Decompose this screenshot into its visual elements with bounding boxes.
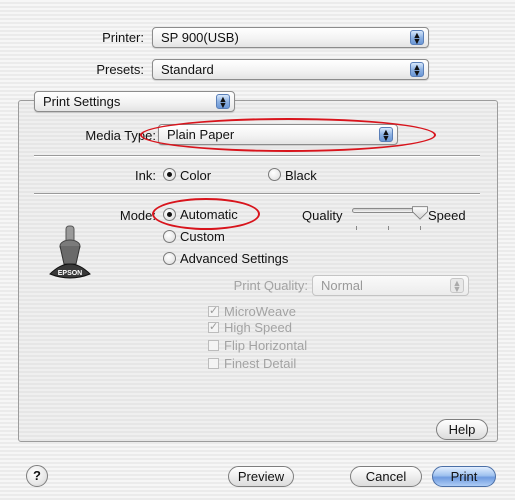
epson-logo-text: EPSON — [58, 270, 83, 277]
presets-popup[interactable]: Standard ▲ ▼ — [152, 59, 429, 80]
help-button[interactable]: Help — [436, 419, 488, 440]
printer-value: SP 900(USB) — [161, 30, 239, 45]
print-quality-value: Normal — [321, 278, 363, 293]
finest-detail-label: Finest Detail — [224, 356, 297, 371]
ink-label: Ink: — [135, 168, 156, 183]
print-quality-popup[interactable]: Normal ▲ ▼ — [312, 275, 469, 296]
speed-label: Speed — [428, 208, 466, 223]
high-speed-label: High Speed — [224, 320, 292, 335]
quality-label: Quality — [302, 208, 343, 223]
flip-horizontal-checkbox[interactable] — [208, 340, 219, 351]
popup-arrows-icon: ▲ ▼ — [450, 278, 464, 294]
separator — [34, 155, 480, 157]
print-button[interactable]: Print — [432, 466, 496, 487]
high-speed-checkbox[interactable]: ✓ — [208, 322, 219, 333]
section-value: Print Settings — [43, 94, 121, 109]
printer-label: Printer: — [102, 30, 144, 45]
preview-button[interactable]: Preview — [228, 466, 294, 487]
mode-label: Mode: — [119, 208, 156, 223]
question-help-icon[interactable]: ? — [26, 465, 48, 487]
ink-color-label[interactable]: Color — [180, 168, 211, 183]
presets-label: Presets: — [96, 62, 144, 77]
flip-horizontal-label: Flip Horizontal — [224, 338, 308, 353]
slider-tick — [388, 226, 389, 230]
popup-arrows-icon: ▲ ▼ — [410, 30, 424, 46]
ink-color-radio[interactable] — [163, 168, 176, 181]
slider-tick — [356, 226, 357, 230]
media-type-label: Media Type: — [85, 128, 156, 143]
popup-arrows-icon: ▲ ▼ — [410, 62, 424, 78]
printer-popup[interactable]: SP 900(USB) ▲ ▼ — [152, 27, 429, 48]
slider-tick — [420, 226, 421, 230]
separator — [34, 193, 480, 195]
ink-black-label[interactable]: Black — [285, 168, 317, 183]
slider-thumb[interactable] — [410, 205, 430, 220]
finest-detail-checkbox[interactable] — [208, 358, 219, 369]
microweave-label: MicroWeave — [224, 304, 297, 319]
mode-custom-label[interactable]: Custom — [180, 229, 225, 244]
cancel-button[interactable]: Cancel — [350, 466, 422, 487]
ink-black-radio[interactable] — [268, 168, 281, 181]
microweave-checkbox[interactable]: ✓ — [208, 306, 219, 317]
epson-printer-logo: EPSON — [49, 225, 91, 279]
mode-advanced-label[interactable]: Advanced Settings — [180, 251, 288, 266]
popup-arrows-icon: ▲ ▼ — [216, 94, 230, 110]
annotation-ellipse-media-type — [140, 118, 436, 152]
annotation-ellipse-automatic — [152, 198, 260, 230]
print-quality-label: Print Quality: — [233, 278, 308, 293]
presets-value: Standard — [161, 62, 214, 77]
mode-advanced-radio[interactable] — [163, 252, 176, 265]
section-popup[interactable]: Print Settings ▲ ▼ — [34, 91, 235, 112]
mode-custom-radio[interactable] — [163, 230, 176, 243]
